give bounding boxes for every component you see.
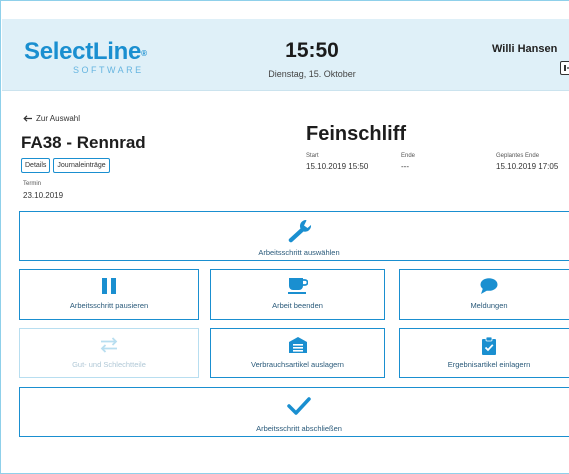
clock-date: Dienstag, 15. Oktober (268, 69, 356, 79)
tab-journal[interactable]: Journaleinträge (53, 158, 110, 173)
end-meta: Ende --- (401, 153, 415, 171)
termin-value: 23.10.2019 (23, 191, 64, 200)
tab-details[interactable]: Details (21, 158, 51, 173)
arrow-left-icon (23, 115, 32, 122)
checkmark-icon (287, 397, 311, 415)
app-header: SelectLine® SOFTWARE 15:50 Dienstag, 15.… (2, 19, 569, 91)
start-label: Start (306, 153, 319, 159)
planned-end-value: 15.10.2019 17:05 (496, 162, 559, 171)
finish-step-button[interactable]: Arbeitsschritt abschließen (19, 387, 569, 437)
end-value: --- (401, 162, 409, 171)
end-label: Ende (401, 153, 416, 159)
select-step-button[interactable]: Arbeitsschritt auswählen (19, 211, 569, 261)
end-work-button[interactable]: Arbeit beenden (210, 269, 385, 320)
order-tabs: Details Journaleinträge (21, 158, 110, 173)
logout-icon (564, 65, 569, 71)
termin-label: Termin (23, 181, 42, 187)
good-bad-parts-label: Gut- und Schlechtteile (72, 360, 146, 369)
planned-end-meta: Geplantes Ende 15.10.2019 17:05 (496, 153, 558, 171)
consume-items-button[interactable]: Verbrauchsartikel auslagern (210, 328, 385, 378)
clipboard-check-icon (482, 337, 496, 355)
app-frame: SelectLine® SOFTWARE 15:50 Dienstag, 15.… (0, 0, 569, 474)
back-link-label: Zur Auswahl (36, 114, 81, 123)
step-title: Feinschliff (306, 123, 407, 145)
pause-icon (102, 278, 116, 294)
coffee-icon (287, 278, 308, 294)
start-value: 15.10.2019 15:50 (306, 162, 369, 171)
brand-logo: SelectLine® SOFTWARE (24, 38, 147, 76)
order-title: FA38 - Rennrad (21, 133, 146, 152)
consume-items-label: Verbrauchsartikel auslagern (251, 360, 344, 369)
planned-end-label: Geplantes Ende (496, 153, 540, 159)
pause-step-button[interactable]: Arbeitsschritt pausieren (19, 269, 199, 320)
good-bad-parts-button[interactable]: Gut- und Schlechtteile (19, 328, 199, 378)
messages-button[interactable]: Meldungen (399, 269, 569, 320)
clock-time: 15:50 (285, 39, 339, 62)
brand-logo-sub: SOFTWARE (73, 65, 144, 75)
clock: 15:50 Dienstag, 15. Oktober (257, 39, 367, 79)
messages-label: Meldungen (470, 301, 508, 310)
end-work-label: Arbeit beenden (272, 301, 323, 310)
back-link[interactable]: Zur Auswahl (23, 114, 80, 123)
select-step-label: Arbeitsschritt auswählen (258, 248, 340, 257)
swap-icon (100, 337, 118, 353)
store-result-items-label: Ergebnisartikel einlagern (447, 360, 531, 369)
wrench-icon (288, 219, 312, 243)
start-meta: Start 15.10.2019 15:50 (306, 153, 368, 171)
store-result-items-button[interactable]: Ergebnisartikel einlagern (399, 328, 569, 378)
user-name: Willi Hansen (492, 43, 558, 55)
finish-step-label: Arbeitsschritt abschließen (256, 424, 342, 433)
user-panel: Willi Hansen (492, 43, 569, 75)
brand-logo-main: SelectLine® (24, 38, 147, 65)
pause-step-label: Arbeitsschritt pausieren (69, 301, 149, 310)
logout-button[interactable] (560, 61, 569, 75)
chat-icon (480, 278, 498, 294)
warehouse-icon (288, 337, 307, 353)
